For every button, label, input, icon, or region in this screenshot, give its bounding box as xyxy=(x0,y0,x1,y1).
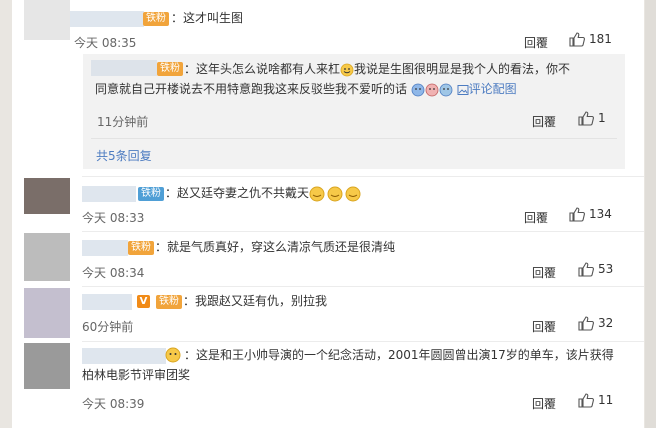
username-redacted[interactable] xyxy=(82,348,166,364)
comment-time: 今天 08:39 xyxy=(82,397,145,411)
reply-button[interactable]: 回覆 xyxy=(532,113,556,130)
comment-text-line2: 柏林电影节评审团奖 xyxy=(82,368,191,382)
emoji-icon xyxy=(411,83,425,96)
like-count: 1 xyxy=(598,111,606,125)
reply-text: ：这年头怎么说啥都有人来杠 我说是生图很明显是我个人的看法，你不 xyxy=(184,62,571,76)
username-redacted[interactable] xyxy=(91,60,157,76)
more-replies-link[interactable]: 共5条回复 xyxy=(96,147,152,164)
reply-button[interactable]: 回覆 xyxy=(524,209,548,226)
like-button[interactable]: 134 xyxy=(569,207,612,222)
reply-time: 11分钟前 xyxy=(97,115,149,129)
like-button[interactable]: 1 xyxy=(578,111,606,126)
reply-thread: 铁粉 ：这年头怎么说啥都有人来杠 我说是生图很明显是我个人的看法，你不 同意就自己… xyxy=(83,54,625,169)
like-count: 32 xyxy=(598,316,614,330)
comment-list: 铁粉 ：这才叫生图 今天 08:35 回覆 181 铁粉 ：这年头怎么说啥都有人… xyxy=(12,0,644,428)
username-redacted[interactable] xyxy=(82,186,136,202)
like-button[interactable]: 181 xyxy=(569,32,612,47)
divider xyxy=(82,176,644,177)
scrollbar[interactable] xyxy=(645,0,656,428)
reply-button[interactable]: 回覆 xyxy=(524,34,548,51)
emoji-icon xyxy=(309,186,361,201)
username-redacted[interactable] xyxy=(82,240,128,256)
fan-badge: 铁粉 xyxy=(157,62,183,76)
like-button[interactable]: 11 xyxy=(578,393,613,408)
thumbs-up-icon xyxy=(578,111,594,126)
reply-button[interactable]: 回覆 xyxy=(532,264,556,281)
fan-badge: 铁粉 xyxy=(138,187,164,201)
divider xyxy=(82,341,644,342)
comment-text: ：就是气质真好，穿这么清凉气质还是很清纯 xyxy=(155,240,396,254)
fan-badge: 铁粉 xyxy=(128,241,154,255)
emoji-icon xyxy=(425,83,439,96)
username-redacted[interactable] xyxy=(82,294,132,310)
thumbs-up-icon xyxy=(569,207,585,222)
reply-button[interactable]: 回覆 xyxy=(532,395,556,412)
reply-button[interactable]: 回覆 xyxy=(532,318,556,335)
comment-time: 60分钟前 xyxy=(82,320,134,334)
emoji-group xyxy=(411,82,457,96)
emoji-icon xyxy=(340,63,354,76)
avatar[interactable] xyxy=(24,233,70,281)
divider xyxy=(82,286,644,287)
like-button[interactable]: 32 xyxy=(578,316,613,331)
divider xyxy=(82,231,644,232)
comment-text: ：这是和王小帅导演的一个纪念活动，2001年圆圆曾出演17岁的单车，该片获得 xyxy=(184,348,614,362)
avatar[interactable] xyxy=(24,178,70,214)
like-count: 53 xyxy=(598,262,614,276)
like-button[interactable]: 53 xyxy=(578,262,613,277)
avatar[interactable] xyxy=(24,0,70,40)
page: 铁粉 ：这才叫生图 今天 08:35 回覆 181 铁粉 ：这年头怎么说啥都有人… xyxy=(0,0,656,428)
thumbs-up-icon xyxy=(578,262,594,277)
avatar[interactable] xyxy=(24,288,70,338)
fan-badge: 铁粉 xyxy=(156,295,182,309)
like-count: 134 xyxy=(589,207,612,221)
like-count: 181 xyxy=(589,32,612,46)
verified-v-icon: V xyxy=(137,295,150,308)
comment-text: ：这才叫生图 xyxy=(171,11,244,25)
username-redacted[interactable] xyxy=(70,11,144,27)
divider xyxy=(91,138,617,139)
thumbs-up-icon xyxy=(578,393,594,408)
fan-badge: 铁粉 xyxy=(143,12,169,26)
like-count: 11 xyxy=(598,393,614,407)
comment-text: ：我跟赵又廷有仇，别拉我 xyxy=(183,294,328,308)
avatar[interactable] xyxy=(24,343,70,389)
comment-text: ：赵又廷夺妻之仇不共戴天 xyxy=(165,183,363,203)
view-image-link[interactable]: 评论配图 xyxy=(457,82,517,96)
comment-time: 今天 08:34 xyxy=(82,266,145,280)
thumbs-up-icon xyxy=(578,316,594,331)
image-icon xyxy=(457,84,469,95)
emoji-icon xyxy=(439,83,453,96)
emoji-icon xyxy=(165,347,181,363)
comment-time: 今天 08:35 xyxy=(74,36,137,50)
reply-text-line2: 同意就自己开楼说去不用特意跑我这来反驳些我不爱听的话 评论配图 xyxy=(95,82,517,96)
thumbs-up-icon xyxy=(569,32,585,47)
comment-time: 今天 08:33 xyxy=(82,211,145,225)
